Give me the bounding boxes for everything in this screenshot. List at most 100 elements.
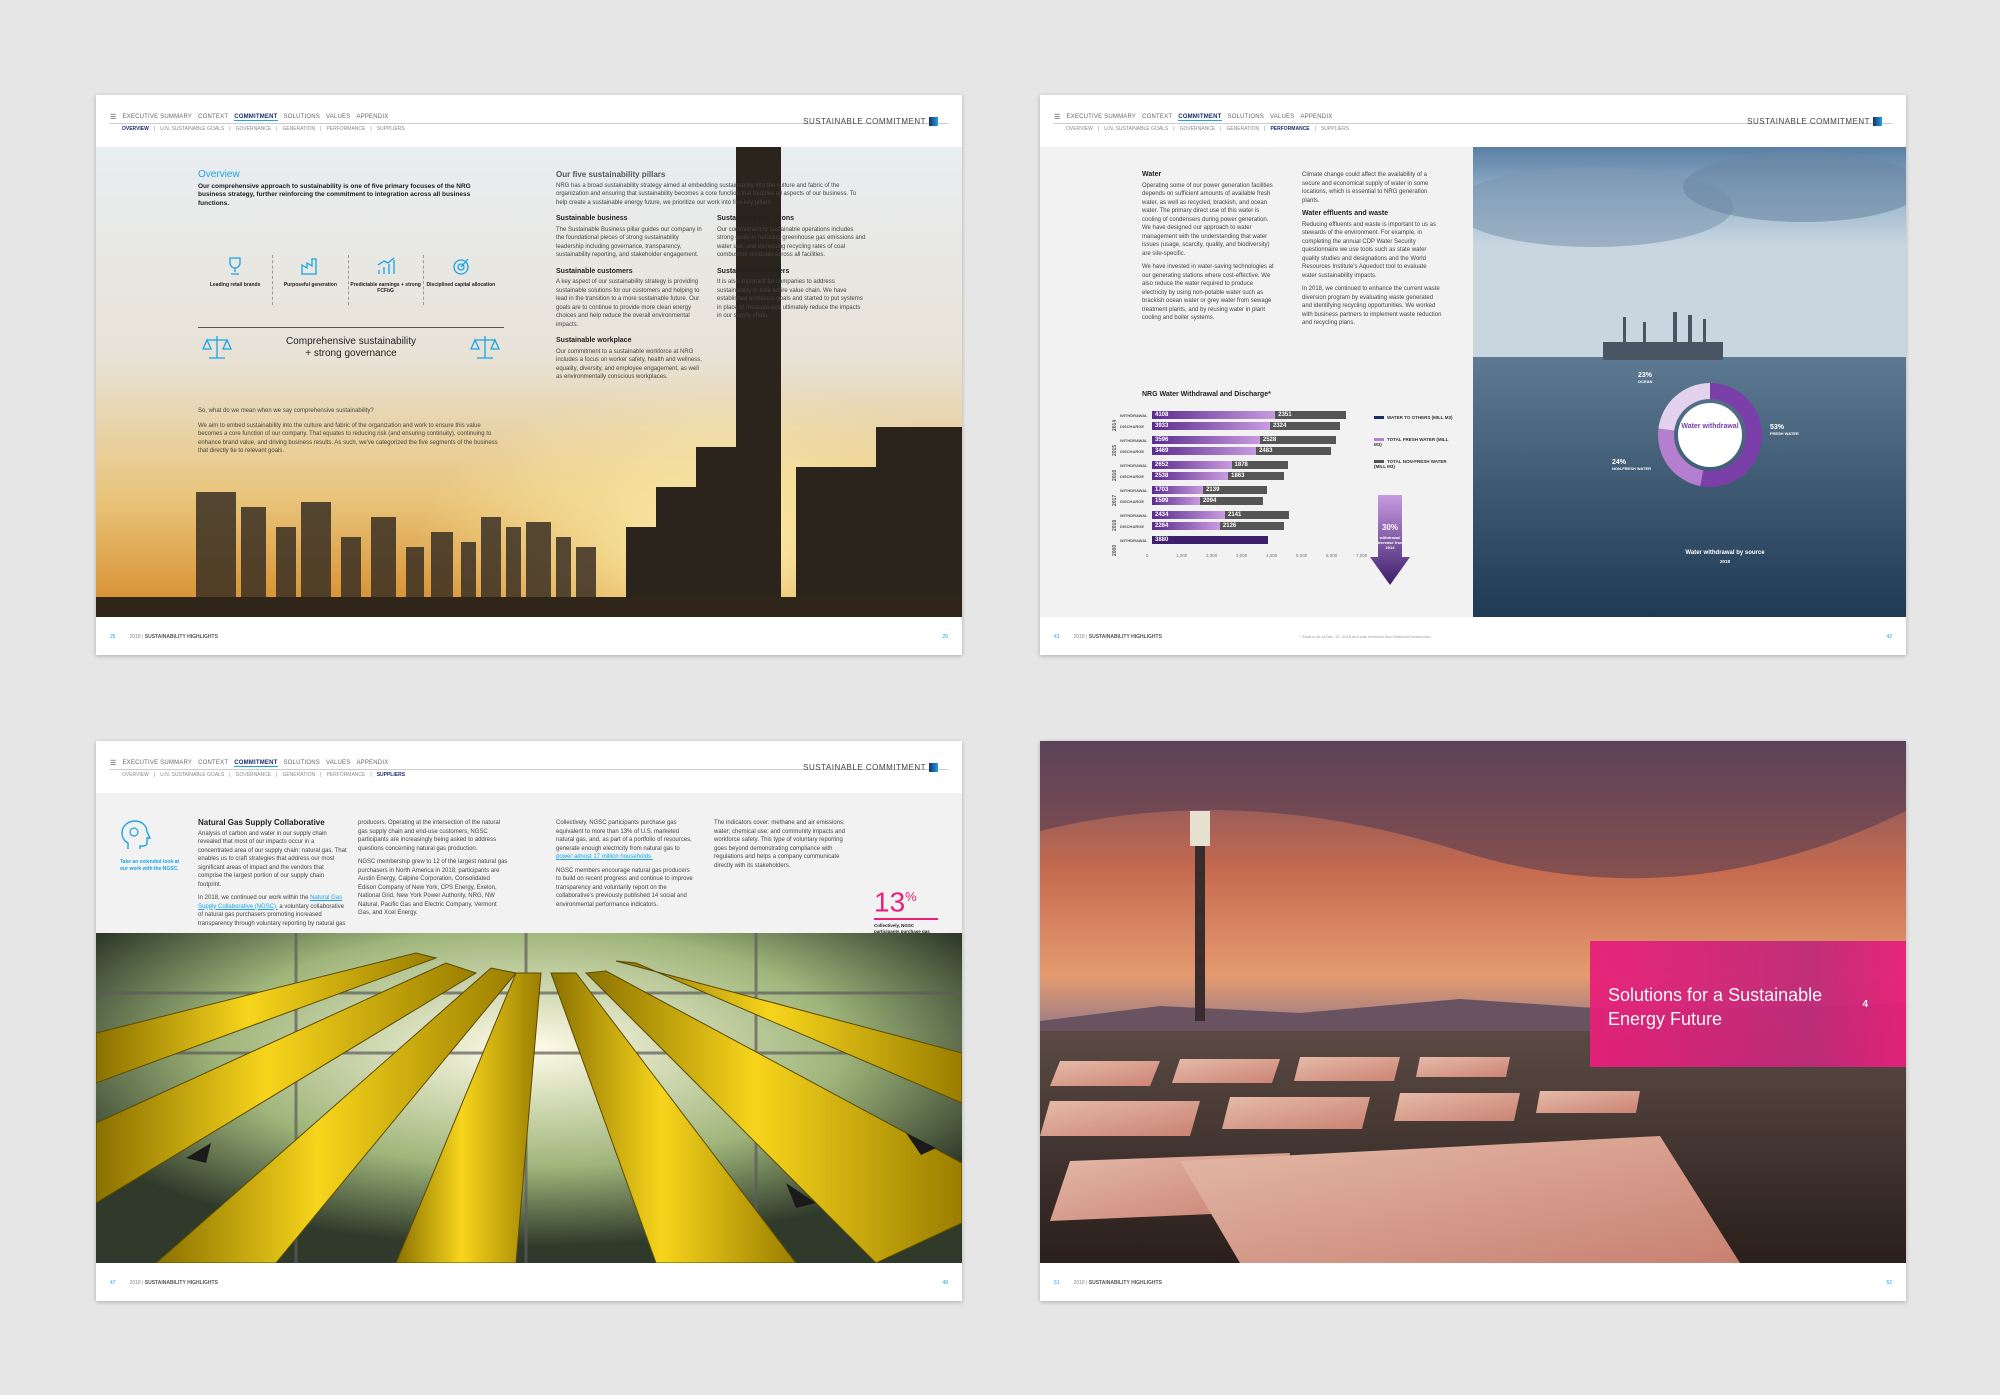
- sub-item[interactable]: OVERVIEW: [1066, 126, 1093, 132]
- sub-item[interactable]: OVERVIEW: [122, 772, 149, 778]
- menu-icon[interactable]: ☰: [110, 759, 116, 767]
- donut-label: 53% FRESH WATER: [1770, 424, 1799, 436]
- pillars-title: Our five sustainability pillars: [556, 170, 666, 179]
- legend-item: WATER TO OTHERS (MILL M3): [1374, 415, 1454, 420]
- bar-row-label: WITHDRAWAL: [1120, 488, 1148, 493]
- footer-left: 51 2018 | SUSTAINABILITY HIGHLIGHTS: [1054, 1280, 1162, 1286]
- bar-row-label: DISCHARGE: [1120, 473, 1145, 479]
- menu-item[interactable]: VALUES: [326, 114, 350, 120]
- sub-item[interactable]: PERFORMANCE: [326, 126, 365, 132]
- menu-item[interactable]: SOLUTIONS: [1228, 114, 1264, 120]
- pillar-item: Sustainable suppliers It is also importan…: [717, 268, 866, 330]
- menu-item[interactable]: CONTEXT: [198, 114, 228, 120]
- arrow-text: withdrawal decrease from 2014: [1376, 535, 1404, 550]
- pillar-text: Our commitment to a sustainable workforc…: [556, 348, 702, 381]
- menu-item[interactable]: SOLUTIONS: [284, 114, 320, 120]
- pillar-title: Sustainable customers: [556, 267, 633, 275]
- sub-menu: OVERVIEW | U.N. SUSTAINABLE GOALS | GOVERN…: [122, 772, 406, 778]
- page-number: 48: [942, 1280, 948, 1286]
- text-span: Collectively, NGSC participants purchase…: [556, 820, 692, 852]
- page-header: ☰ EXECUTIVE SUMMARY CONTEXT COMMITMENT S…: [96, 95, 962, 147]
- menu-item[interactable]: APPENDIX: [1300, 114, 1332, 120]
- ngsc-c1-p2: In 2018, we continued our work within th…: [198, 894, 348, 928]
- menu-item[interactable]: VALUES: [1270, 114, 1294, 120]
- pillar-title: Sustainable business: [556, 215, 628, 222]
- menu-item-active[interactable]: COMMITMENT: [234, 760, 278, 767]
- legend-item: TOTAL NON-FRESH WATER (MILL M3): [1374, 459, 1454, 469]
- legend-label: TOTAL NON-FRESH WATER (MILL M3): [1374, 459, 1447, 469]
- sub-item[interactable]: U.N. SUSTAINABLE GOALS: [160, 126, 224, 132]
- sub-item[interactable]: GENERATION: [282, 772, 315, 778]
- footer-left: 47 2018 | SUSTAINABILITY HIGHLIGHTS: [110, 1280, 218, 1286]
- bar-fresh: 2434: [1152, 511, 1226, 519]
- scale-icon: [202, 336, 232, 359]
- sub-item[interactable]: GOVERNANCE: [236, 772, 272, 778]
- sub-item[interactable]: SUPPLIERS: [1321, 126, 1349, 132]
- page-number: 52: [1886, 1280, 1892, 1286]
- donut-name: NON-FRESH WATER: [1612, 466, 1652, 471]
- section-title: SUSTAINABLE COMMITMENT: [803, 763, 926, 772]
- bar-row-label: WITHDRAWAL: [1120, 513, 1148, 518]
- menu-item[interactable]: VALUES: [326, 760, 350, 766]
- bar-fresh: 2264: [1152, 521, 1220, 530]
- menu-icon[interactable]: ☰: [110, 113, 116, 121]
- legend-label: WATER TO OTHERS (MILL M3): [1387, 415, 1453, 420]
- water-p2: We have invested in water-saving technol…: [1142, 264, 1274, 321]
- bar-nonfresh: 2324: [1269, 421, 1340, 430]
- pillar-item: Sustainable customers A key aspect of our…: [556, 268, 705, 330]
- menu-item[interactable]: APPENDIX: [356, 760, 388, 766]
- sub-item-active[interactable]: SUPPLIERS: [377, 772, 405, 778]
- sub-item-active[interactable]: OVERVIEW: [122, 126, 149, 132]
- legend-swatch: [1374, 416, 1384, 420]
- water-donut-chart: Water withdrawal 53% FRESH WATER 24% NON-FRE…: [1610, 365, 1810, 505]
- sub-item[interactable]: GENERATION: [1226, 126, 1259, 132]
- menu-item[interactable]: EXECUTIVE SUMMARY: [122, 114, 192, 120]
- bar-fresh: 3880: [1152, 536, 1269, 544]
- ngsc-c2-p2: NGSC membership grew to 12 of the larges…: [358, 859, 508, 916]
- governance-text: Comprehensive sustainability + strong go…: [238, 336, 464, 360]
- pillar-title: Sustainable suppliers: [717, 267, 790, 275]
- bar-nonfresh: 2094: [1199, 496, 1263, 505]
- section-number: 4: [1862, 999, 1868, 1010]
- power-plant-icon: [301, 258, 318, 275]
- ngsc-col-3: Collectively, NGSC participants purchase…: [556, 819, 696, 909]
- sub-item[interactable]: U.N. SUSTAINABLE GOALS: [1104, 126, 1168, 132]
- focus-item: Leading retail brands: [198, 255, 274, 305]
- section-banner[interactable]: Solutions for a Sustainable Energy Futur…: [1590, 941, 1906, 1067]
- sub-item[interactable]: GOVERNANCE: [1180, 126, 1216, 132]
- page-footer: 25 2018 | SUSTAINABILITY HIGHLIGHTS 26: [96, 617, 962, 655]
- pillar-text: It is also important for companies to ad…: [717, 279, 863, 319]
- menu-item-active[interactable]: COMMITMENT: [1178, 114, 1222, 121]
- sub-item[interactable]: GENERATION: [282, 126, 315, 132]
- focus-item: Predictable earnings + strong FCFbG: [349, 255, 424, 305]
- menu-item[interactable]: EXECUTIVE SUMMARY: [122, 760, 192, 766]
- menu-item[interactable]: CONTEXT: [1142, 114, 1172, 120]
- menu-item[interactable]: APPENDIX: [356, 114, 388, 120]
- sub-item[interactable]: U.N. SUSTAINABLE GOALS: [160, 772, 224, 778]
- menu-item[interactable]: SOLUTIONS: [284, 760, 320, 766]
- bar-nonfresh: 2141: [1225, 511, 1290, 519]
- menu-icon[interactable]: ☰: [1054, 113, 1060, 121]
- bar-nonfresh: 2483: [1256, 446, 1331, 455]
- side-note-link[interactable]: Take an extended look at our work with t…: [120, 859, 180, 872]
- sub-item[interactable]: SUPPLIERS: [377, 126, 405, 132]
- bar-nonfresh: 2139: [1203, 486, 1268, 494]
- bar-row-label: DISCHARGE: [1120, 423, 1145, 429]
- page-number: 26: [942, 634, 948, 640]
- menu-item-active[interactable]: COMMITMENT: [234, 114, 278, 121]
- gas-pipes-image: [96, 933, 962, 1263]
- ngsc-col-2: producers. Operating at the intersection…: [358, 819, 508, 918]
- households-link[interactable]: power almost 17 million households.: [556, 854, 653, 860]
- footer-year: 2018: [129, 1280, 141, 1286]
- page-header: ☰ EXECUTIVE SUMMARY CONTEXT COMMITMENT S…: [96, 741, 962, 793]
- stat-unit: %: [905, 889, 917, 904]
- sub-item-active[interactable]: PERFORMANCE: [1270, 126, 1309, 132]
- water-title: Water: [1142, 171, 1162, 178]
- donut-hole: [1678, 403, 1742, 467]
- sub-item[interactable]: PERFORMANCE: [326, 772, 365, 778]
- head-gears-icon[interactable]: [120, 819, 154, 853]
- overview-block: Overview Our comprehensive approach to s…: [198, 170, 498, 208]
- menu-item[interactable]: EXECUTIVE SUMMARY: [1066, 114, 1136, 120]
- sub-item[interactable]: GOVERNANCE: [236, 126, 272, 132]
- menu-item[interactable]: CONTEXT: [198, 760, 228, 766]
